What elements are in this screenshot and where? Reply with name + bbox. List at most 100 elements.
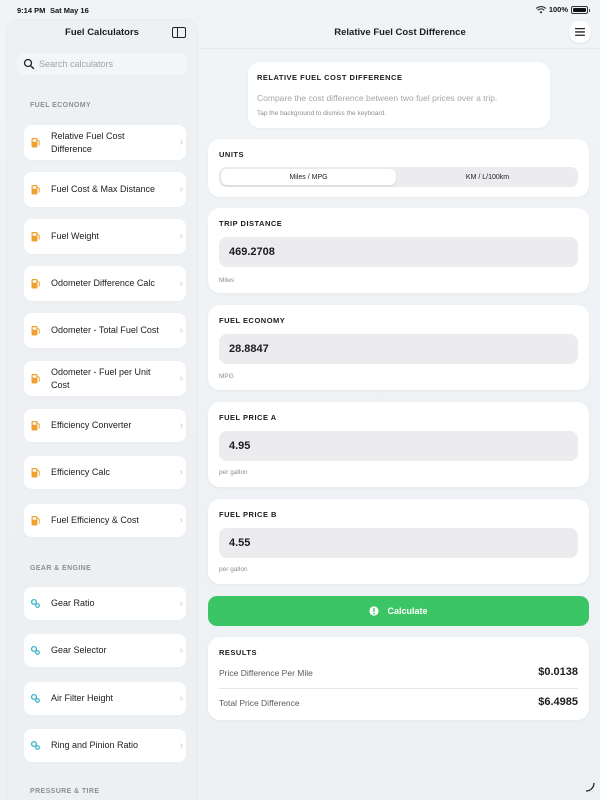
sidebar-item-efficiency-calc[interactable]: Efficiency Calc ›: [24, 456, 186, 489]
sidebar-item-label: Odometer - Total Fuel Cost: [51, 325, 159, 336]
sidebar-item-label: Gear Selector: [51, 645, 107, 656]
trip-distance-unit: Miles: [219, 277, 235, 284]
status-date: Sat May 16: [50, 6, 89, 15]
sidebar-item-odometer-difference-calc[interactable]: Odometer Difference Calc ›: [24, 266, 186, 301]
sidebar-item-fuel-cost-max-distance[interactable]: Fuel Cost & Max Distance ›: [24, 172, 186, 207]
gears-icon: [31, 693, 40, 703]
units-segmented-control: Miles / MPG KM / L/100km: [219, 167, 578, 187]
status-bar: 9:14 PM Sat May 16 100%: [0, 0, 600, 20]
sidebar-item-label: Ring and Pinion Ratio: [51, 740, 139, 751]
sidebar-item-label: Fuel Cost & Max Distance: [51, 184, 156, 195]
fuel-economy-card: FUEL ECONOMY MPG: [208, 305, 589, 390]
chevron-right-icon: ›: [179, 278, 183, 289]
sidebar-item-label: Odometer Difference Calc: [51, 278, 155, 289]
units-card: UNITS Miles / MPG KM / L/100km: [208, 139, 589, 197]
fuel-pump-icon: [31, 421, 40, 431]
gears-icon: [31, 740, 40, 750]
fuel-price-b-card: FUEL PRICE B per gallon: [208, 499, 589, 584]
fuel-pump-icon: [31, 232, 40, 242]
segment-km-l100km[interactable]: KM / L/100km: [399, 169, 576, 185]
section-header-gear-engine: GEAR & ENGINE: [30, 565, 92, 572]
fuel-price-a-label: FUEL PRICE A: [219, 413, 277, 422]
fuel-price-a-unit: per gallon: [219, 469, 248, 476]
sidebar-item-label: Fuel Efficiency & Cost: [51, 515, 139, 526]
gears-icon: [31, 598, 40, 608]
fuel-economy-label: FUEL ECONOMY: [219, 316, 286, 325]
menu-button[interactable]: [569, 21, 591, 43]
search-icon: [23, 58, 35, 70]
results-divider: [219, 688, 578, 689]
status-right: 100%: [535, 5, 590, 14]
result-value: $6.4985: [538, 696, 578, 708]
sidebar-item-label: Relative Fuel Cost Difference: [51, 131, 125, 154]
result-label: Total Price Difference: [219, 698, 300, 708]
fuel-pump-icon: [31, 185, 40, 195]
fuel-pump-icon: [31, 374, 40, 384]
sidebar-item-label: Fuel Weight: [51, 231, 99, 242]
section-header-pressure-tire: PRESSURE & TIRE: [30, 788, 100, 795]
status-time: 9:14 PM: [17, 6, 46, 15]
results-heading: RESULTS: [219, 648, 257, 657]
chevron-right-icon: ›: [179, 467, 183, 478]
result-row-per-mile: Price Difference Per Mile $0.0138: [219, 666, 578, 682]
sidebar-item-relative-fuel-cost-difference[interactable]: Relative Fuel Cost Difference ›: [24, 125, 186, 160]
sidebar-item-gear-ratio[interactable]: Gear Ratio ›: [24, 587, 186, 620]
sidebar-item-air-filter-height[interactable]: Air Filter Height ›: [24, 682, 186, 715]
chevron-right-icon: ›: [179, 645, 183, 656]
chevron-right-icon: ›: [179, 740, 183, 751]
header-divider: [200, 48, 600, 49]
chevron-right-icon: ›: [179, 325, 183, 336]
fuel-price-a-card: FUEL PRICE A per gallon: [208, 402, 589, 487]
info-card: RELATIVE FUEL COST DIFFERENCE Compare th…: [248, 62, 550, 128]
search-input[interactable]: [39, 59, 179, 69]
sidebar-item-label: Air Filter Height: [51, 693, 114, 704]
info-hint: Tap the background to dismiss the keyboa…: [257, 110, 386, 117]
sidebar-item-efficiency-converter[interactable]: Efficiency Converter ›: [24, 409, 186, 442]
fuel-pump-icon: [31, 279, 40, 289]
units-label: UNITS: [219, 150, 244, 159]
info-description: Compare the cost difference between two …: [257, 93, 498, 103]
info-heading: RELATIVE FUEL COST DIFFERENCE: [257, 73, 403, 82]
resize-handle-icon[interactable]: [585, 782, 595, 792]
result-row-total: Total Price Difference $6.4985: [219, 696, 578, 712]
battery-percent: 100%: [548, 5, 568, 14]
battery-icon: [571, 5, 590, 14]
sidebar-item-label: Efficiency Converter: [51, 420, 132, 431]
fuel-price-b-label: FUEL PRICE B: [219, 510, 277, 519]
sidebar-item-label: Gear Ratio: [51, 598, 95, 609]
chevron-right-icon: ›: [179, 693, 183, 704]
chevron-right-icon: ›: [179, 373, 183, 384]
sidebar-item-fuel-weight[interactable]: Fuel Weight ›: [24, 219, 186, 254]
chevron-right-icon: ›: [179, 184, 183, 195]
sidebar-toggle-icon[interactable]: [172, 27, 186, 38]
sidebar-item-gear-selector[interactable]: Gear Selector ›: [24, 634, 186, 667]
sidebar-title: Fuel Calculators: [65, 27, 139, 38]
wifi-icon: [535, 5, 546, 13]
search-bar[interactable]: [17, 53, 187, 75]
fuel-price-b-unit: per gallon: [219, 566, 248, 573]
chevron-right-icon: ›: [179, 420, 183, 431]
calculate-button[interactable]: Calculate: [208, 596, 589, 626]
sidebar: Fuel Calculators FUEL ECONOMY Relative F…: [7, 20, 197, 800]
results-card: RESULTS Price Difference Per Mile $0.013…: [208, 637, 589, 720]
chevron-right-icon: ›: [179, 231, 183, 242]
fuel-pump-icon: [31, 468, 40, 478]
fuel-pump-icon: [31, 516, 40, 526]
fuel-economy-unit: MPG: [219, 373, 234, 380]
fuel-price-a-input[interactable]: [219, 431, 578, 461]
chevron-right-icon: ›: [179, 598, 183, 609]
sidebar-item-label: Odometer - Fuel per Unit Cost: [51, 367, 151, 390]
section-header-fuel-economy: FUEL ECONOMY: [30, 102, 92, 109]
fuel-price-b-input[interactable]: [219, 528, 578, 558]
sidebar-item-fuel-efficiency-cost[interactable]: Fuel Efficiency & Cost ›: [24, 504, 186, 537]
sidebar-item-odometer-fuel-per-unit-cost[interactable]: Odometer - Fuel per Unit Cost ›: [24, 361, 186, 396]
page-title: Relative Fuel Cost Difference: [334, 27, 466, 38]
fuel-economy-input[interactable]: [219, 334, 578, 364]
sidebar-item-ring-and-pinion-ratio[interactable]: Ring and Pinion Ratio ›: [24, 729, 186, 762]
fuel-pump-icon: [31, 138, 40, 148]
sidebar-item-odometer-total-fuel-cost[interactable]: Odometer - Total Fuel Cost ›: [24, 313, 186, 348]
chevron-right-icon: ›: [179, 515, 183, 526]
hamburger-icon: [575, 28, 585, 36]
segment-miles-mpg[interactable]: Miles / MPG: [221, 169, 396, 185]
trip-distance-input[interactable]: [219, 237, 578, 267]
